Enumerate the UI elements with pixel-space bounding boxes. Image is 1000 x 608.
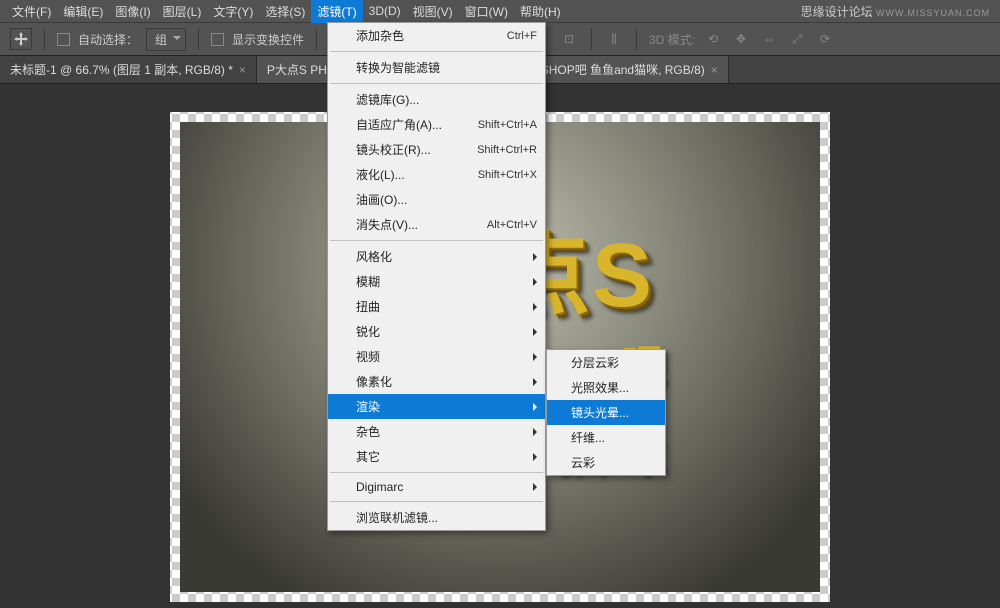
3d-scale-icon[interactable]: ⤢	[787, 29, 807, 49]
3d-orbit-icon[interactable]: ⟲	[703, 29, 723, 49]
filter-lens-correct[interactable]: 镜头校正(R)...Shift+Ctrl+R	[328, 137, 545, 162]
watermark: 思缘设计论坛 WWW.MISSYUAN.COM	[801, 3, 990, 20]
3d-pan-icon[interactable]: ✥	[731, 29, 751, 49]
auto-select-dropdown[interactable]: 组	[146, 28, 186, 51]
filter-blur[interactable]: 模糊	[328, 269, 545, 294]
menu-type[interactable]: 文字(Y)	[207, 0, 259, 23]
tab-2[interactable]: P大点S PH	[257, 56, 338, 83]
tab-3-close-icon[interactable]: ×	[711, 63, 718, 77]
filter-oilpaint[interactable]: 油画(O)...	[328, 187, 545, 212]
tab-2-label: P大点S PH	[267, 61, 327, 78]
filter-stylize[interactable]: 风格化	[328, 244, 545, 269]
filter-noise[interactable]: 杂色	[328, 419, 545, 444]
tab-1[interactable]: 未标题-1 @ 66.7% (图层 1 副本, RGB/8) * ×	[0, 56, 257, 83]
watermark-url: WWW.MISSYUAN.COM	[876, 8, 990, 18]
menu-layer[interactable]: 图层(L)	[157, 0, 208, 23]
render-submenu: 分层云彩 光照效果... 镜头光晕... 纤维... 云彩	[546, 349, 666, 476]
menu-image[interactable]: 图像(I)	[109, 0, 156, 23]
menu-window[interactable]: 窗口(W)	[459, 0, 514, 23]
3d-mode-label: 3D 模式:	[649, 31, 695, 48]
filter-pixelate[interactable]: 像素化	[328, 369, 545, 394]
filter-smart[interactable]: 转换为智能滤镜	[328, 55, 545, 80]
filter-menu: 添加杂色Ctrl+F 转换为智能滤镜 滤镜库(G)... 自适应广角(A)...…	[327, 22, 546, 531]
filter-digimarc[interactable]: Digimarc	[328, 476, 545, 498]
menu-bar: 文件(F) 编辑(E) 图像(I) 图层(L) 文字(Y) 选择(S) 滤镜(T…	[0, 0, 1000, 22]
show-transform-checkbox[interactable]	[211, 33, 224, 46]
render-clouds-diff[interactable]: 分层云彩	[547, 350, 665, 375]
filter-video[interactable]: 视频	[328, 344, 545, 369]
filter-gallery[interactable]: 滤镜库(G)...	[328, 87, 545, 112]
render-fibers[interactable]: 纤维...	[547, 425, 665, 450]
filter-other[interactable]: 其它	[328, 444, 545, 469]
align-icon-6[interactable]: ⊡	[559, 29, 579, 49]
render-lens-flare[interactable]: 镜头光晕...	[547, 400, 665, 425]
watermark-title: 思缘设计论坛	[801, 5, 873, 19]
show-transform-label: 显示变换控件	[232, 31, 304, 48]
3d-rotate-icon[interactable]: ⟳	[815, 29, 835, 49]
auto-select-label: 自动选择：	[78, 31, 138, 48]
menu-view[interactable]: 视图(V)	[407, 0, 459, 23]
filter-repeat[interactable]: 添加杂色Ctrl+F	[328, 23, 545, 48]
menu-select[interactable]: 选择(S)	[259, 0, 311, 23]
render-clouds[interactable]: 云彩	[547, 450, 665, 475]
filter-adaptive[interactable]: 自适应广角(A)...Shift+Ctrl+A	[328, 112, 545, 137]
filter-liquify[interactable]: 液化(L)...Shift+Ctrl+X	[328, 162, 545, 187]
filter-vanishing[interactable]: 消失点(V)...Alt+Ctrl+V	[328, 212, 545, 237]
menu-3d[interactable]: 3D(D)	[363, 1, 407, 21]
tab-1-close-icon[interactable]: ×	[239, 63, 246, 77]
tab-1-label: 未标题-1 @ 66.7% (图层 1 副本, RGB/8) *	[10, 61, 233, 78]
filter-browse[interactable]: 浏览联机滤镜...	[328, 505, 545, 530]
auto-select-checkbox[interactable]	[57, 33, 70, 46]
filter-render[interactable]: 渲染	[328, 394, 545, 419]
filter-distort[interactable]: 扭曲	[328, 294, 545, 319]
move-tool-icon[interactable]	[10, 28, 32, 50]
menu-help[interactable]: 帮助(H)	[514, 0, 567, 23]
filter-sharpen[interactable]: 锐化	[328, 319, 545, 344]
menu-filter[interactable]: 滤镜(T)	[311, 0, 362, 23]
menu-edit[interactable]: 编辑(E)	[57, 0, 109, 23]
menu-file[interactable]: 文件(F)	[6, 0, 57, 23]
render-lighting[interactable]: 光照效果...	[547, 375, 665, 400]
3d-slide-icon[interactable]: ⇔	[759, 29, 779, 49]
distribute-icon-3[interactable]: ⫼	[604, 29, 624, 49]
